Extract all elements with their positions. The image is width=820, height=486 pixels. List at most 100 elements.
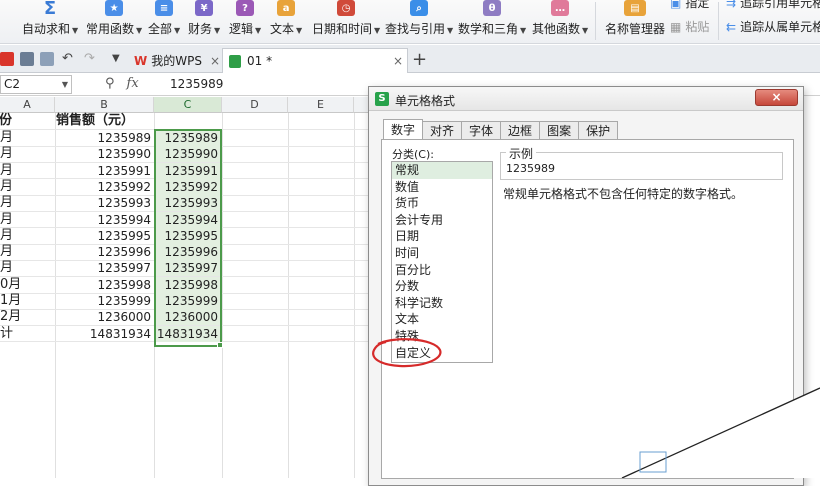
tab-number[interactable]: 数字 xyxy=(383,119,424,140)
tab-file-01[interactable]: 01 * × xyxy=(222,48,408,73)
cell-c[interactable]: 1235990 xyxy=(155,146,221,163)
category-item[interactable]: 文本 xyxy=(392,311,492,328)
all-functions-button[interactable]: ≡ 全部 ▼ xyxy=(148,0,180,44)
cell-c[interactable]: 1235995 xyxy=(155,227,221,244)
column-header-b[interactable]: B xyxy=(55,97,154,113)
datetime-button[interactable]: ◷ 日期和时间 ▼ xyxy=(312,0,380,44)
cell-b[interactable]: 1235990 xyxy=(56,146,153,162)
cell-a[interactable]: 2月 xyxy=(0,309,55,325)
cell-b[interactable]: 14831934 xyxy=(56,326,153,342)
tab-border[interactable]: 边框 xyxy=(500,121,541,140)
tab-font[interactable]: 字体 xyxy=(461,121,502,140)
formula-input[interactable]: 1235989 xyxy=(170,77,223,91)
trace-dependents-button[interactable]: ⇇ 追踪从属单元格 xyxy=(726,18,820,35)
cell-c[interactable]: 1235989 xyxy=(155,130,221,146)
tab-my-wps[interactable]: W 我的WPS × xyxy=(128,48,226,73)
category-item[interactable]: 日期 xyxy=(392,228,492,245)
cell-c[interactable]: 1235991 xyxy=(155,162,221,179)
cell-b[interactable]: 1235991 xyxy=(56,163,153,179)
cell-a[interactable]: 月 xyxy=(0,228,55,244)
cell-c[interactable]: 1235996 xyxy=(155,244,221,261)
clock-icon: ◷ xyxy=(337,0,356,16)
close-button[interactable]: × xyxy=(755,89,798,106)
dialog-title-bar[interactable]: S 单元格格式 × xyxy=(369,87,803,111)
cell-a[interactable]: 计 xyxy=(0,326,55,342)
column-header-e[interactable]: E xyxy=(288,97,354,113)
category-item[interactable]: 会计专用 xyxy=(392,212,492,229)
category-item[interactable]: 百分比 xyxy=(392,262,492,279)
undo-icon[interactable]: ↶ xyxy=(62,52,76,66)
new-file-icon[interactable] xyxy=(0,52,14,66)
cell-a[interactable]: 月 xyxy=(0,212,55,228)
column-header-a[interactable]: A xyxy=(0,97,55,113)
cell-c[interactable]: 1235998 xyxy=(155,276,221,293)
cell-b[interactable]: 1235998 xyxy=(56,277,153,293)
cell-a[interactable]: 月 xyxy=(0,179,55,195)
category-item[interactable]: 自定义 xyxy=(392,345,492,362)
cell-a[interactable]: 月 xyxy=(0,244,55,260)
other-functions-button[interactable]: … 其他函数 ▼ xyxy=(532,0,588,44)
name-box[interactable]: C2 ▼ xyxy=(0,75,72,94)
cell-a[interactable]: 1月 xyxy=(0,293,55,309)
fx-icon[interactable]: fx xyxy=(127,76,139,91)
cell-b[interactable]: 1235997 xyxy=(56,260,153,276)
category-list[interactable]: 常规 数值 货币 会计专用 日期 时间 百分比 分数 科学记数 文本 特殊 自定义 xyxy=(391,161,493,363)
common-functions-button[interactable]: ★ 常用函数 ▼ xyxy=(86,0,142,44)
cell-b[interactable]: 1235996 xyxy=(56,244,153,260)
chevron-down-icon[interactable]: ▼ xyxy=(62,76,68,93)
cell-b[interactable]: 1236000 xyxy=(56,309,153,325)
category-item[interactable]: 特殊 xyxy=(392,328,492,345)
cell-c[interactable]: 1235999 xyxy=(155,293,221,309)
category-item[interactable]: 货币 xyxy=(392,195,492,212)
tab-pattern[interactable]: 图案 xyxy=(539,121,580,140)
print-preview-icon[interactable] xyxy=(40,52,54,66)
redo-icon[interactable]: ↷ xyxy=(84,52,98,66)
new-tab-button[interactable]: + xyxy=(412,49,427,70)
cell-b[interactable]: 1235993 xyxy=(56,195,153,211)
category-item[interactable]: 科学记数 xyxy=(392,295,492,312)
paste-button[interactable]: ▦ 粘贴 xyxy=(670,18,709,35)
cell-c[interactable]: 1235997 xyxy=(155,260,221,277)
quick-access-dropdown-icon[interactable]: ▼ xyxy=(112,52,126,66)
zoom-search-icon[interactable]: ⚲ xyxy=(105,76,115,91)
text-functions-button[interactable]: a 文本 ▼ xyxy=(270,0,302,44)
autosum-button[interactable]: Σ 自动求和 ▼ xyxy=(22,0,78,44)
trace-precedents-button[interactable]: ⇉ 追踪引用单元格 xyxy=(726,0,820,11)
cell-b[interactable]: 1235992 xyxy=(56,179,153,195)
cell-c[interactable]: 1235994 xyxy=(155,211,221,228)
math-button[interactable]: θ 数学和三角 ▼ xyxy=(458,0,526,44)
cell-b[interactable]: 1235999 xyxy=(56,293,153,309)
category-item[interactable]: 数值 xyxy=(392,179,492,196)
tab-alignment[interactable]: 对齐 xyxy=(422,121,463,140)
tab-protection[interactable]: 保护 xyxy=(578,121,619,140)
cell-a[interactable]: 月 xyxy=(0,163,55,179)
cell-b[interactable]: 1235994 xyxy=(56,212,153,228)
cell-c[interactable]: 1236000 xyxy=(155,309,221,326)
cell-b1[interactable]: 销售额（元） xyxy=(56,113,156,129)
category-item[interactable]: 分数 xyxy=(392,278,492,295)
cell-a[interactable]: 月 xyxy=(0,146,55,162)
cell-c[interactable]: 1235993 xyxy=(155,195,221,212)
cell-a[interactable]: 月 xyxy=(0,260,55,276)
pointer-button[interactable]: ▣ 指定 xyxy=(670,0,709,11)
lookup-button[interactable]: ⌕ 查找与引用 ▼ xyxy=(385,0,453,44)
logic-button[interactable]: ? 逻辑 ▼ xyxy=(229,0,261,44)
cell-a[interactable]: 0月 xyxy=(0,277,55,293)
finance-button[interactable]: ¥ 财务 ▼ xyxy=(188,0,220,44)
column-header-d[interactable]: D xyxy=(222,97,288,113)
column-header-c[interactable]: C xyxy=(154,97,222,113)
name-manager-button[interactable]: ▤ 名称管理器 xyxy=(605,0,665,44)
cell-a[interactable]: 月 xyxy=(0,130,55,146)
cell-b[interactable]: 1235989 xyxy=(56,130,153,146)
close-icon[interactable]: × xyxy=(210,54,220,68)
close-icon[interactable]: × xyxy=(393,54,403,68)
category-item[interactable]: 时间 xyxy=(392,245,492,262)
category-item[interactable]: 常规 xyxy=(392,162,492,179)
cell-a1[interactable]: 月份 xyxy=(0,113,55,129)
cell-c[interactable]: 14831934 xyxy=(155,325,221,342)
print-icon[interactable] xyxy=(20,52,34,66)
cell-b[interactable]: 1235995 xyxy=(56,228,153,244)
cell-a[interactable]: 月 xyxy=(0,195,55,211)
fill-handle[interactable] xyxy=(217,342,223,348)
cell-c[interactable]: 1235992 xyxy=(155,178,221,195)
